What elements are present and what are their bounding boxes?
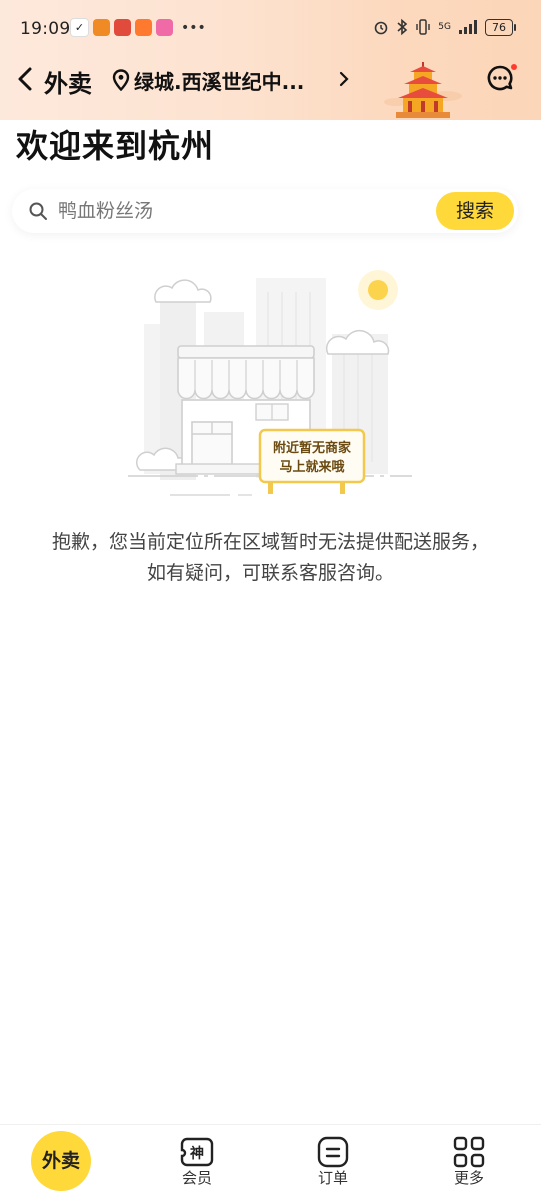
status-app-icons: ✓ •••: [70, 18, 206, 37]
tab-more-label: 更多: [453, 1169, 484, 1187]
message-icon[interactable]: [485, 63, 517, 95]
status-indicators: 5G 76: [373, 18, 516, 36]
vibrate-icon: [416, 19, 430, 35]
pagoda-decoration-icon: [384, 62, 462, 118]
search-button[interactable]: 搜索: [436, 192, 514, 230]
grid-icon: [453, 1136, 485, 1168]
search-icon: [29, 202, 47, 220]
more-notifications-icon: •••: [181, 19, 206, 36]
sign-text-line2: 马上就来哦: [279, 459, 344, 475]
location-text: 绿城.西溪世纪中...: [134, 69, 305, 94]
tab-more[interactable]: 更多: [429, 1125, 509, 1188]
tab-home-button[interactable]: 外卖: [31, 1131, 91, 1191]
orders-icon: [317, 1136, 349, 1168]
page-title: 外卖: [44, 70, 92, 98]
shopping-app-icon: [135, 19, 152, 36]
no-merchants-illustration: 附近暂无商家 马上就来哦: [128, 270, 412, 496]
tab-orders-label: 订单: [317, 1169, 348, 1187]
game-app-icon: [114, 19, 131, 36]
alarm-icon: [374, 21, 388, 35]
member-icon-text: 神: [190, 1145, 204, 1162]
empty-message-line1: 抱歉，您当前定位所在区域暂时无法提供配送服务，: [51, 531, 489, 553]
sign-text-line1: 附近暂无商家: [273, 440, 352, 456]
location-selector[interactable]: 绿城.西溪世纪中...: [112, 66, 304, 94]
video-app-icon: [93, 19, 110, 36]
tab-member[interactable]: 神 会员: [157, 1125, 237, 1188]
chevron-right-icon[interactable]: [338, 70, 350, 88]
bluetooth-icon: [397, 18, 408, 36]
empty-state-message: 抱歉，您当前定位所在区域暂时无法提供配送服务， 如有疑问，可联系客服咨询。: [0, 527, 541, 589]
empty-message-line2: 如有疑问，可联系客服咨询。: [146, 562, 394, 584]
tab-member-label: 会员: [181, 1169, 212, 1187]
battery-indicator: 76: [485, 18, 516, 36]
search-input[interactable]: [58, 189, 418, 233]
status-bar: 19:09 ✓ ••• 5G 76: [0, 0, 541, 58]
welcome-heading: 欢迎来到杭州: [16, 127, 215, 165]
signal-icon: [459, 20, 477, 34]
status-time: 19:09: [20, 19, 71, 39]
lifestyle-app-icon: [156, 19, 173, 36]
notification-app-icon: ✓: [70, 18, 89, 37]
back-arrow-icon[interactable]: [14, 64, 38, 94]
location-pin-icon: [112, 69, 130, 91]
member-icon: 神: [180, 1137, 214, 1167]
search-bar: 搜索: [12, 189, 518, 233]
network-type: 5G: [438, 21, 451, 32]
tab-orders[interactable]: 订单: [293, 1125, 373, 1188]
